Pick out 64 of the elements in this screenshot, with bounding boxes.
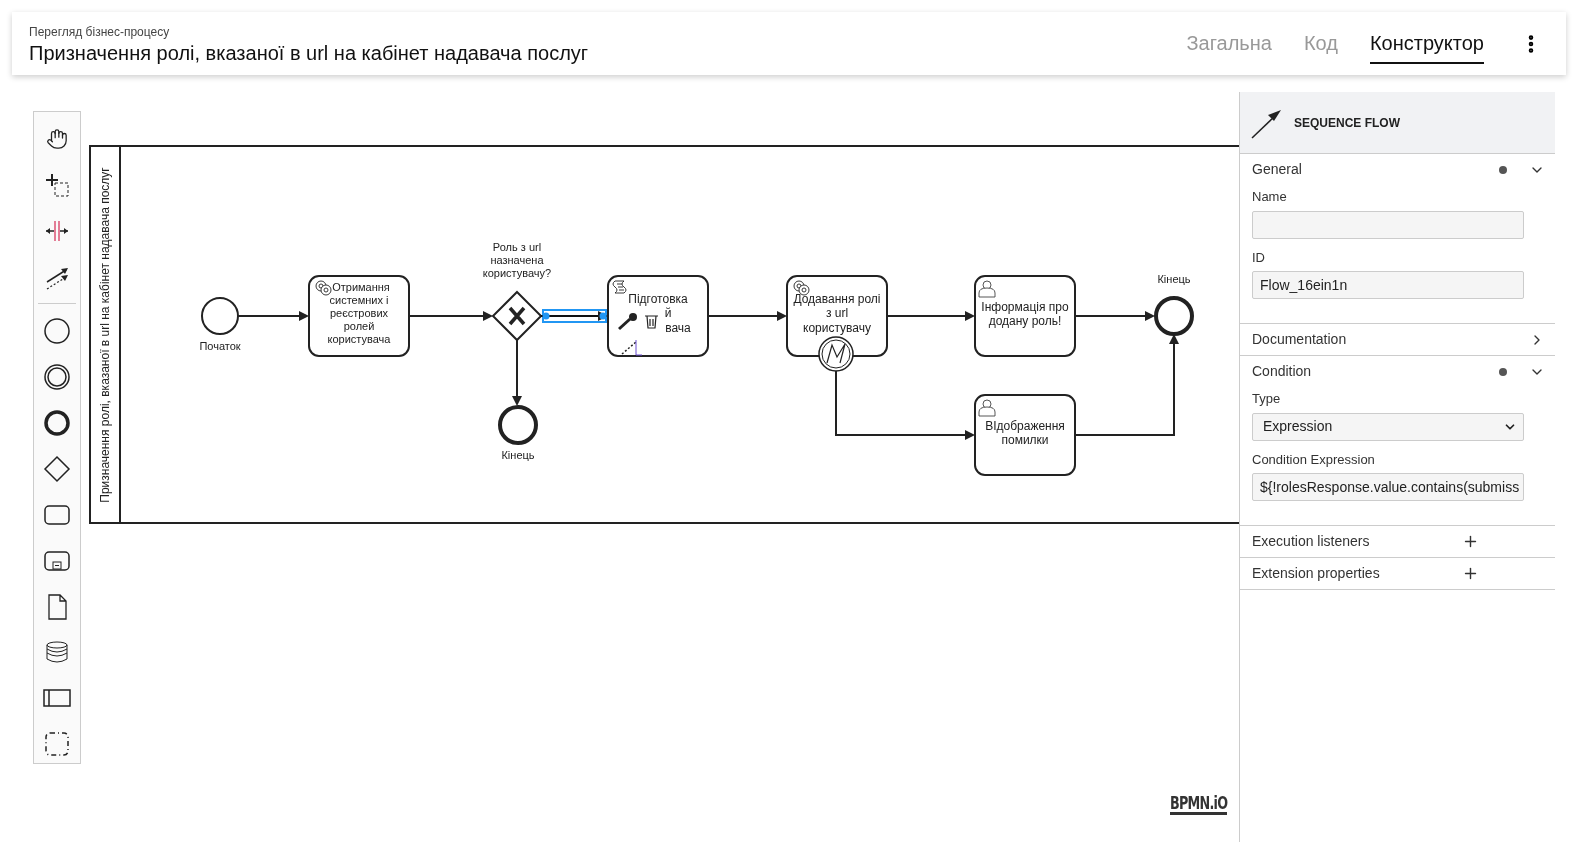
sequence-flow[interactable] (835, 370, 975, 440)
task[interactable] (607, 275, 709, 357)
connect-icon[interactable] (621, 339, 643, 356)
group-header[interactable]: Extension properties (1240, 558, 1555, 589)
group-title: General (1252, 160, 1303, 179)
add-icon[interactable] (1462, 565, 1479, 582)
task-label: Додавання ролі з url користувачу (793, 292, 881, 335)
sequence-flow[interactable] (540, 309, 608, 323)
field-label: Type (1252, 390, 1282, 408)
sequence-flow[interactable] (1074, 311, 1155, 321)
event-label: Початок (199, 340, 241, 352)
group-header[interactable]: General (1240, 154, 1555, 185)
gears-icon (315, 280, 332, 296)
sequence-flow[interactable] (408, 311, 493, 321)
end-event[interactable] (498, 405, 538, 445)
group-title: Condition (1252, 362, 1313, 381)
start-event[interactable] (201, 297, 239, 335)
task-label: Отримання системних і реєстрових ролей користувача (327, 281, 391, 345)
bpmn-logo[interactable]: BPMN.iO (1170, 794, 1228, 815)
gears-icon (793, 280, 810, 296)
sequence-flow[interactable] (512, 339, 522, 406)
task[interactable] (974, 394, 1076, 476)
add-icon[interactable] (1462, 533, 1479, 550)
field-label: Condition Expression (1252, 450, 1376, 469)
event-label: Кінець (501, 449, 535, 461)
x-mark-icon (508, 306, 526, 326)
text-field[interactable]: ${!rolesResponse.value.contains(submiss (1252, 473, 1524, 501)
task[interactable] (308, 275, 410, 357)
task[interactable] (974, 275, 1076, 357)
sequence-flow[interactable] (886, 311, 975, 321)
group-title: Execution listeners (1252, 532, 1371, 551)
event-label: Кінець (1157, 273, 1191, 285)
group-title: Documentation (1252, 330, 1348, 349)
task-label: Інформація про додану роль! (981, 300, 1069, 328)
text-field[interactable]: Flow_16ein1n (1252, 271, 1524, 299)
sequence-flow[interactable] (237, 311, 309, 321)
group-title: Extension properties (1252, 564, 1381, 583)
trash-icon[interactable] (644, 312, 660, 330)
page-title: Призначення ролі, вказаної в url на кабінет надавача послуг (29, 40, 590, 65)
exclusive-gateway[interactable] (491, 290, 543, 342)
field-label: Name (1252, 188, 1288, 206)
group-header[interactable]: Condition (1240, 356, 1555, 387)
text-field[interactable] (1252, 210, 1524, 239)
task[interactable] (786, 275, 888, 357)
end-event[interactable] (1154, 296, 1194, 336)
tab[interactable]: Конструктор (1369, 23, 1484, 64)
pool-label: Призначення ролі, вказаної в url на кабінет надавача послуг (98, 167, 112, 503)
sequence-flow[interactable] (707, 311, 787, 321)
element-type: SEQUENCE FLOW (1294, 114, 1400, 132)
user-icon (978, 280, 996, 298)
type-select[interactable]: Expression (1252, 412, 1524, 441)
user-icon (978, 399, 996, 417)
group-header[interactable]: Execution listeners (1240, 526, 1555, 557)
task-label: й вача (664, 306, 691, 335)
sequence-flow[interactable] (1074, 334, 1179, 436)
group-header[interactable]: Documentation (1240, 324, 1555, 355)
breadcrumb: Перегляд бізнес-процесу (29, 23, 171, 41)
field-label: ID (1252, 248, 1266, 267)
wrench-icon[interactable] (618, 313, 637, 331)
task-label: ВІдображення помилки (985, 419, 1065, 447)
error-boundary-event[interactable] (818, 336, 854, 372)
task-label: Підготовка (628, 292, 688, 306)
gateway-label: Роль з url назначена користувачу? (482, 241, 552, 279)
script-icon (612, 280, 627, 294)
